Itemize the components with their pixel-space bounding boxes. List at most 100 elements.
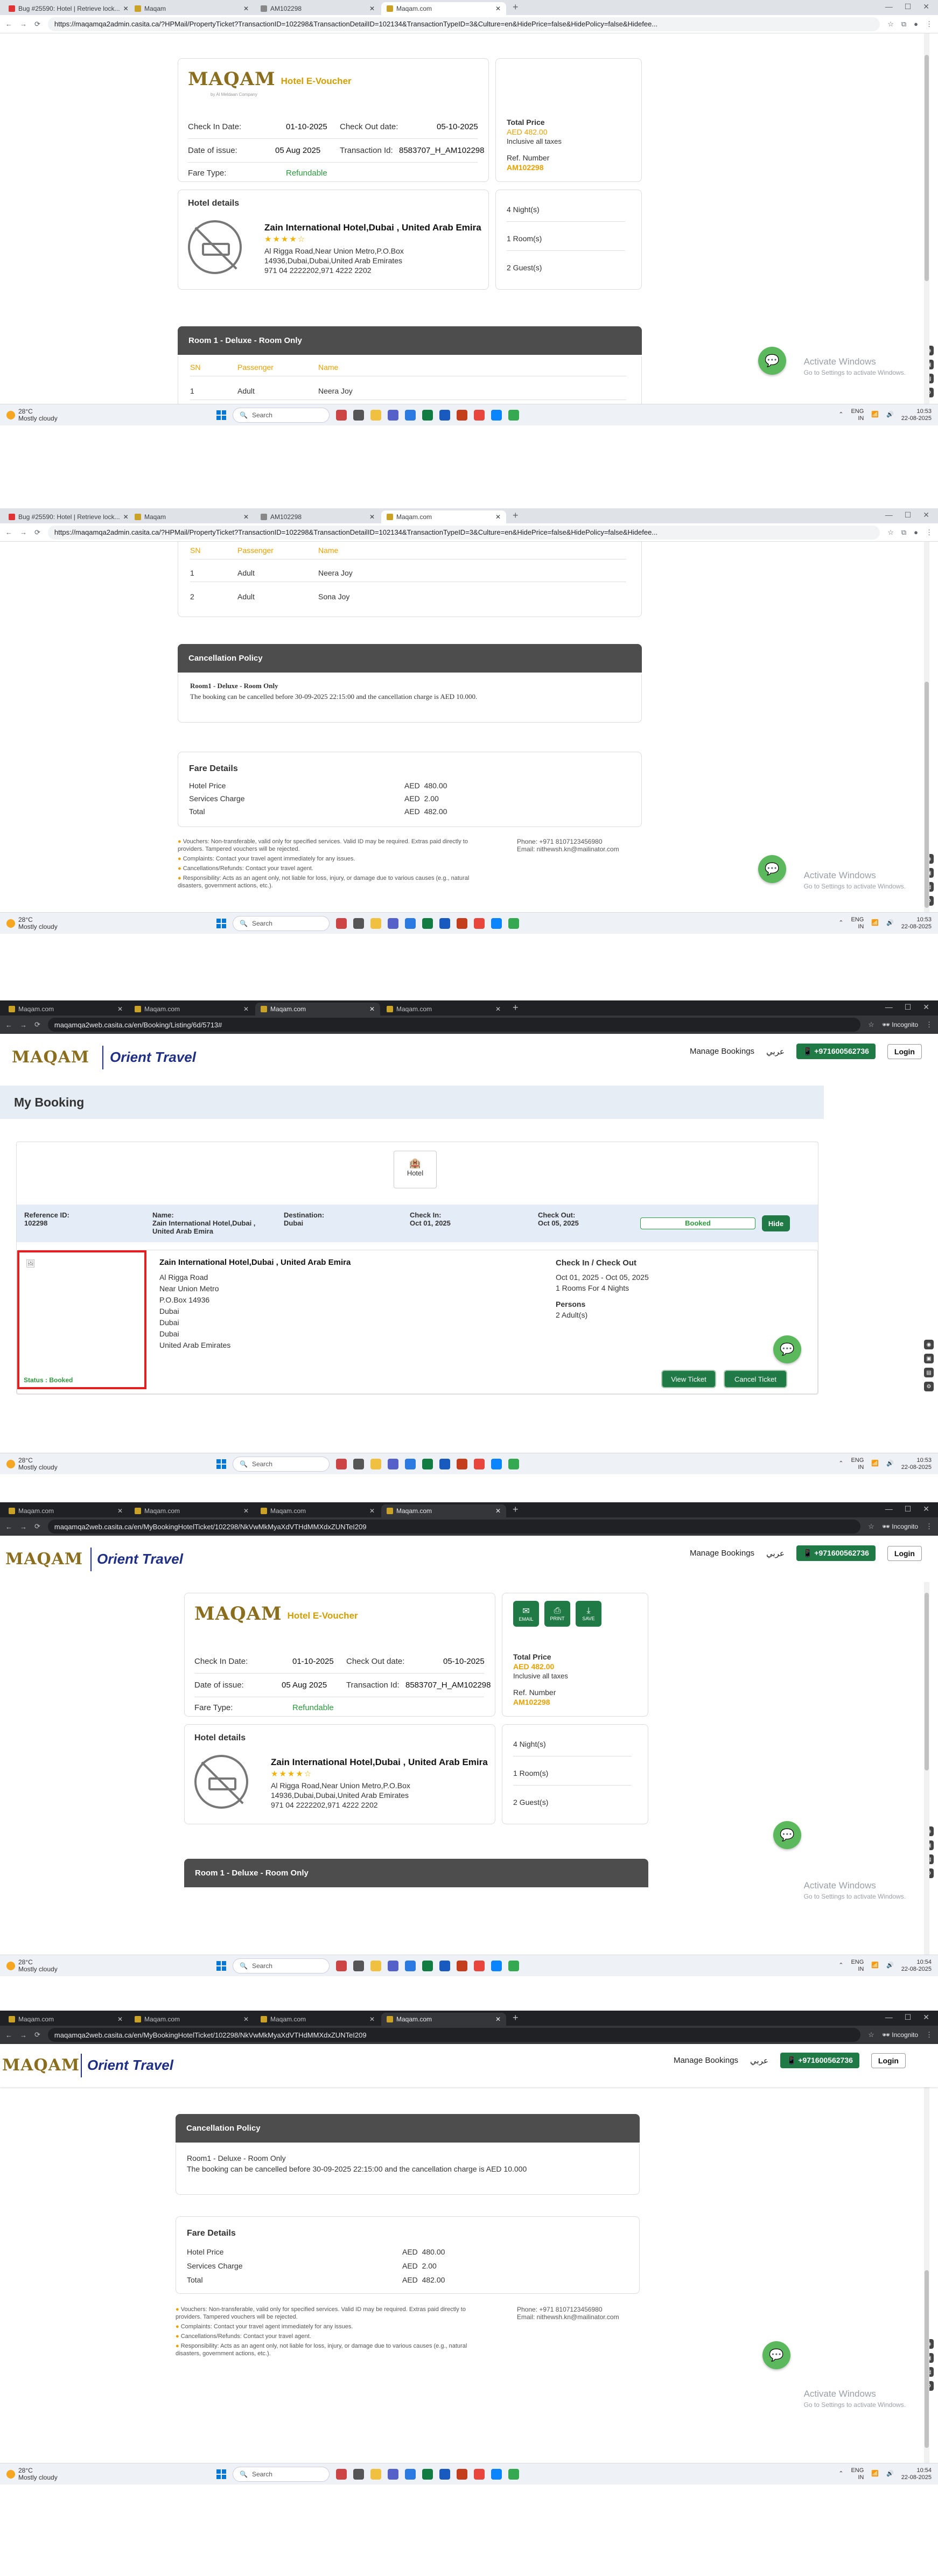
close-icon[interactable]: ✕ [369, 513, 375, 521]
app-icon[interactable] [508, 2468, 519, 2480]
app-icon[interactable] [388, 918, 398, 929]
maximize-icon[interactable]: ☐ [905, 1003, 912, 1012]
manage-bookings-link[interactable]: Manage Bookings [690, 1047, 754, 1056]
windows-start-icon[interactable] [216, 918, 226, 928]
orient-travel-logo[interactable]: Orient Travel [87, 2057, 173, 2074]
app-icon[interactable] [405, 2468, 416, 2480]
browser-tab[interactable]: Maqam.com ✕ [3, 2013, 128, 2026]
app-icon[interactable] [457, 2468, 467, 2480]
wifi-icon[interactable]: 📶 [871, 1962, 879, 1969]
chevron-up-icon[interactable]: ⌃ [838, 920, 843, 927]
app-icon[interactable] [439, 2468, 450, 2480]
star-icon[interactable]: ☆ [868, 2031, 874, 2039]
phone-button[interactable]: 📱 +971600562736 [796, 1545, 876, 1561]
taskbar-search[interactable]: 🔍 Search [233, 407, 330, 423]
settings-icon[interactable]: ⚙ [924, 1382, 934, 1391]
phone-button[interactable]: 📱 +971600562736 [780, 2053, 859, 2068]
print-button[interactable]: ⎙ PRINT [544, 1601, 570, 1627]
manage-bookings-link[interactable]: Manage Bookings [690, 1549, 754, 1558]
app-icon[interactable] [491, 409, 502, 421]
close-icon[interactable]: ✕ [495, 5, 501, 12]
maqam-logo[interactable]: MAQAM [2, 2056, 80, 2075]
app-icon[interactable] [353, 409, 364, 421]
menu-icon[interactable]: ⋮ [926, 1020, 933, 1029]
menu-icon[interactable]: ⋮ [926, 2031, 933, 2039]
tool-icon[interactable]: ▣ [924, 1354, 934, 1363]
app-icon[interactable] [439, 1458, 450, 1469]
chat-button[interactable]: 💬 [758, 347, 786, 375]
maximize-icon[interactable]: ☐ [905, 1504, 912, 1514]
app-icon[interactable] [457, 1960, 467, 1971]
scrollbar[interactable] [924, 1582, 929, 1955]
app-icon[interactable] [388, 1458, 398, 1469]
camera-icon[interactable]: ◉ [924, 1340, 934, 1349]
close-window-icon[interactable]: ✕ [923, 2013, 929, 2022]
orient-travel-logo[interactable]: Orient Travel [110, 1049, 196, 1066]
app-icon[interactable] [491, 2468, 502, 2480]
app-icon[interactable] [405, 1458, 416, 1469]
minimize-icon[interactable]: — [885, 2013, 893, 2022]
app-icon[interactable] [370, 918, 381, 929]
forward-icon[interactable]: → [20, 528, 27, 536]
weather-widget[interactable]: 28°C Mostly cloudy [6, 2467, 216, 2481]
back-icon[interactable]: ← [5, 1021, 12, 1029]
taskbar-search[interactable]: 🔍 Search [233, 915, 330, 931]
maqam-logo[interactable]: MAQAM [12, 1048, 89, 1067]
close-icon[interactable]: ✕ [369, 2015, 375, 2023]
windows-start-icon[interactable] [216, 410, 226, 420]
taskbar-search[interactable]: 🔍 Search [233, 1456, 330, 1472]
star-icon[interactable]: ☆ [887, 20, 894, 29]
wifi-icon[interactable]: 📶 [871, 1460, 879, 1467]
app-icon[interactable] [388, 409, 398, 421]
browser-tab[interactable]: Maqam.com ✕ [129, 1504, 254, 1517]
close-icon[interactable]: ✕ [117, 1507, 123, 1515]
app-icon[interactable] [336, 1960, 347, 1971]
forward-icon[interactable]: → [20, 20, 27, 28]
new-tab-icon[interactable]: + [507, 1002, 524, 1016]
browser-tab[interactable]: Maqam ✕ [129, 510, 254, 523]
wifi-icon[interactable]: 📶 [871, 920, 879, 927]
hotel-tab[interactable]: 🏨 Hotel [394, 1151, 437, 1188]
weather-widget[interactable]: 28°C Mostly cloudy [6, 408, 216, 422]
close-icon[interactable]: ✕ [243, 513, 249, 521]
app-icon[interactable] [405, 918, 416, 929]
close-icon[interactable]: ✕ [495, 2015, 501, 2023]
app-icon[interactable] [405, 409, 416, 421]
chrome-icon[interactable] [474, 918, 485, 929]
scrollbar[interactable] [924, 2087, 929, 2463]
minimize-icon[interactable]: — [885, 510, 893, 520]
url-field[interactable]: https://maqamqa2admin.casita.ca/?HPMail/… [47, 525, 880, 540]
close-icon[interactable]: ✕ [117, 1005, 123, 1013]
browser-tab[interactable]: Maqam.com ✕ [255, 2013, 380, 2026]
close-icon[interactable]: ✕ [243, 2015, 249, 2023]
minimize-icon[interactable]: — [885, 2, 893, 11]
language-toggle[interactable]: عربي [766, 1549, 785, 1558]
app-icon[interactable] [422, 918, 433, 929]
app-icon[interactable] [370, 2468, 381, 2480]
minimize-icon[interactable]: — [885, 1003, 893, 1012]
view-ticket-button[interactable]: View Ticket [661, 1370, 716, 1388]
weather-widget[interactable]: 28°C Mostly cloudy [6, 1958, 216, 1973]
chrome-icon[interactable] [474, 1458, 485, 1469]
orient-travel-logo[interactable]: Orient Travel [97, 1551, 183, 1567]
chrome-icon[interactable] [474, 1960, 485, 1971]
app-icon[interactable] [457, 1458, 467, 1469]
app-icon[interactable] [353, 1960, 364, 1971]
new-tab-icon[interactable]: + [507, 2, 524, 15]
url-field[interactable]: maqamqa2web.casita.ca/en/MyBookingHotelT… [47, 2028, 861, 2042]
app-icon[interactable] [336, 918, 347, 929]
volume-icon[interactable]: 🔊 [886, 1460, 894, 1467]
reload-icon[interactable]: ⟳ [34, 20, 40, 29]
chevron-up-icon[interactable]: ⌃ [838, 411, 843, 418]
app-icon[interactable] [353, 2468, 364, 2480]
app-icon[interactable] [336, 1458, 347, 1469]
taskbar-search[interactable]: 🔍 Search [233, 1958, 330, 1973]
reload-icon[interactable]: ⟳ [34, 1020, 40, 1029]
close-icon[interactable]: ✕ [495, 1005, 501, 1013]
browser-tab[interactable]: Maqam.com ✕ [129, 2013, 254, 2026]
hide-button[interactable]: Hide [762, 1215, 790, 1231]
close-window-icon[interactable]: ✕ [923, 1003, 929, 1012]
browser-tab-active[interactable]: Maqam.com ✕ [381, 1504, 506, 1517]
volume-icon[interactable]: 🔊 [886, 920, 894, 927]
browser-tab[interactable]: Maqam.com ✕ [255, 1504, 380, 1517]
